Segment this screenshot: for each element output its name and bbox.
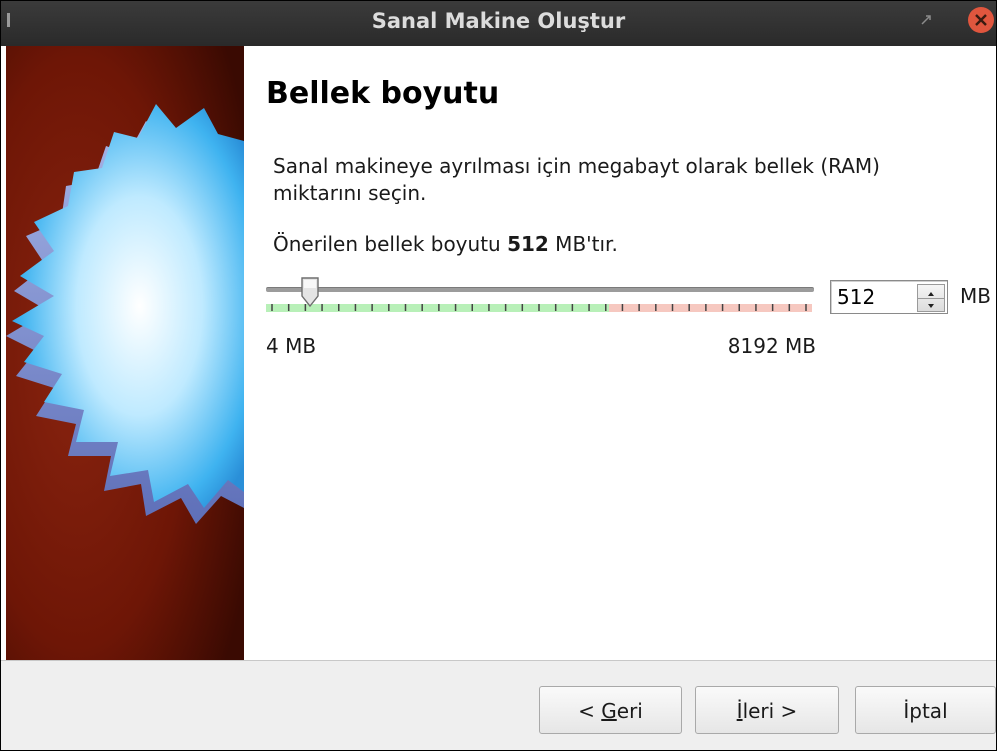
- next-rest: leri >: [742, 699, 798, 723]
- page-title: Bellek boyutu: [266, 76, 500, 111]
- next-button[interactable]: İleri >: [695, 686, 839, 734]
- spin-down-icon: [928, 304, 934, 308]
- spin-down-button[interactable]: [918, 298, 944, 311]
- recommended-size-text: Önerilen bellek boyutu 512 MB'tır.: [273, 232, 618, 256]
- description-text: Sanal makineye ayrılması için megabayt o…: [273, 154, 880, 205]
- recommended-suffix: MB'tır.: [548, 232, 618, 256]
- back-prefix: <: [578, 699, 602, 723]
- memory-slider[interactable]: [266, 276, 816, 316]
- slider-groove[interactable]: [266, 287, 814, 292]
- close-icon: [975, 14, 987, 26]
- spin-up-button[interactable]: [918, 285, 944, 299]
- restore-icon[interactable]: [919, 13, 933, 27]
- spin-buttons[interactable]: [917, 284, 945, 312]
- back-rest: eri: [616, 699, 643, 723]
- window-title: Sanal Makine Oluştur: [371, 9, 626, 33]
- title-bar[interactable]: Sanal Makine Oluştur: [1, 1, 996, 46]
- button-bar: < Geri İleri > İptal: [1, 660, 996, 750]
- close-button[interactable]: [968, 7, 994, 33]
- slider-max-label: 8192 MB: [727, 334, 816, 358]
- memory-spinbox[interactable]: [830, 280, 948, 314]
- slider-handle[interactable]: [300, 276, 320, 308]
- dialog-window: Sanal Makine Oluştur Bellek boyutu Sanal…: [0, 0, 997, 751]
- content-panel: Bellek boyutu Sanal makineye ayrılması i…: [244, 46, 996, 660]
- recommended-prefix: Önerilen bellek boyutu: [273, 232, 508, 256]
- slider-ticks: [266, 304, 812, 312]
- virtualbox-star-art: [6, 46, 244, 660]
- back-mnemonic: G: [601, 699, 617, 723]
- memory-input[interactable]: [831, 281, 917, 313]
- back-button[interactable]: < Geri: [539, 686, 682, 734]
- recommended-value: 512: [507, 232, 549, 256]
- slider-min-label: 4 MB: [266, 334, 317, 358]
- unit-label: MB: [960, 284, 991, 308]
- cancel-button[interactable]: İptal: [855, 686, 996, 734]
